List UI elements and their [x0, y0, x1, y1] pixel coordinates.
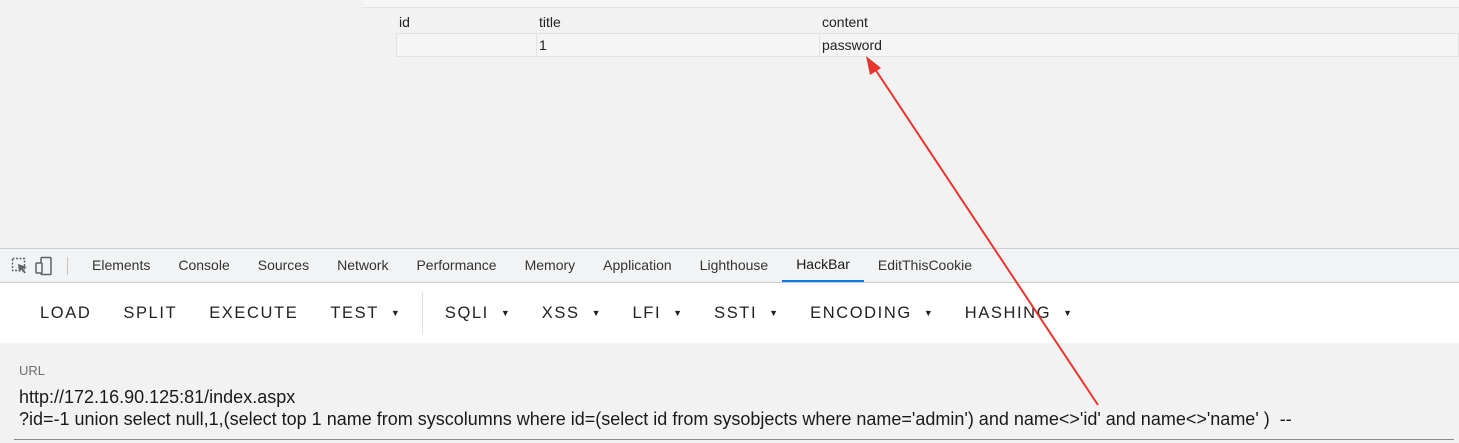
- url-underline: [14, 439, 1454, 440]
- execute-label: EXECUTE: [209, 304, 299, 322]
- split-button[interactable]: SPLIT: [107, 295, 193, 331]
- page-divider: [362, 0, 1459, 8]
- caret-down-icon: ▼: [591, 308, 601, 318]
- encoding-menu-button[interactable]: ENCODING ▼: [794, 295, 949, 331]
- tab-lighthouse[interactable]: Lighthouse: [686, 249, 783, 282]
- caret-down-icon: ▼: [500, 308, 510, 318]
- url-input[interactable]: http://172.16.90.125:81/index.aspx ?id=-…: [19, 386, 1449, 430]
- tab-hackbar[interactable]: HackBar: [782, 249, 864, 282]
- test-label: TEST: [330, 304, 379, 322]
- cell-content: password: [819, 33, 1459, 57]
- device-toolbar-icon[interactable]: [33, 255, 55, 277]
- sqli-label: SQLI: [444, 304, 489, 322]
- cell-id: [396, 33, 537, 57]
- tab-application[interactable]: Application: [589, 249, 686, 282]
- table-header-row: id title content: [396, 10, 1459, 34]
- result-table: id title content 1 password: [396, 10, 1459, 57]
- load-button[interactable]: LOAD: [24, 295, 107, 331]
- url-label: URL: [19, 363, 46, 378]
- toolbar-divider: [421, 292, 423, 334]
- cell-title: 1: [536, 33, 820, 57]
- tab-editthiscookie[interactable]: EditThisCookie: [864, 249, 986, 282]
- url-line-2: ?id=-1 union select null,1,(select top 1…: [19, 409, 1292, 429]
- caret-down-icon: ▼: [923, 308, 933, 318]
- tab-elements[interactable]: Elements: [78, 249, 164, 282]
- devtools-tab-bar: Elements Console Sources Network Perform…: [0, 248, 1459, 283]
- toolbar-divider: [67, 256, 68, 275]
- split-label: SPLIT: [123, 304, 178, 322]
- lfi-menu-button[interactable]: LFI ▼: [617, 295, 699, 331]
- url-line-1: http://172.16.90.125:81/index.aspx: [19, 387, 296, 407]
- encoding-label: ENCODING: [810, 304, 912, 322]
- tab-console[interactable]: Console: [164, 249, 243, 282]
- xss-menu-button[interactable]: XSS ▼: [526, 295, 617, 331]
- page-content: id title content 1 password: [0, 0, 1459, 248]
- execute-button[interactable]: EXECUTE: [193, 295, 314, 331]
- tab-sources[interactable]: Sources: [244, 249, 323, 282]
- sqli-menu-button[interactable]: SQLI ▼: [429, 295, 526, 331]
- url-field[interactable]: URL http://172.16.90.125:81/index.aspx ?…: [0, 343, 1459, 443]
- tab-performance[interactable]: Performance: [402, 249, 510, 282]
- header-content: content: [819, 10, 1459, 34]
- test-menu-button[interactable]: TEST ▼: [314, 295, 416, 331]
- load-label: LOAD: [40, 304, 92, 322]
- xss-label: XSS: [541, 304, 580, 322]
- lfi-label: LFI: [632, 304, 662, 322]
- tab-network[interactable]: Network: [323, 249, 402, 282]
- caret-down-icon: ▼: [1063, 308, 1073, 318]
- tab-memory[interactable]: Memory: [511, 249, 590, 282]
- table-row: 1 password: [396, 33, 1459, 57]
- ssti-menu-button[interactable]: SSTI ▼: [698, 295, 794, 331]
- hackbar-toolbar: LOAD SPLIT EXECUTE TEST ▼ SQLI ▼ XSS ▼ LFI ▼…: [0, 283, 1459, 343]
- hashing-label: HASHING: [964, 304, 1052, 322]
- inspect-element-icon[interactable]: [9, 255, 31, 277]
- caret-down-icon: ▼: [673, 308, 683, 318]
- caret-down-icon: ▼: [769, 308, 779, 318]
- caret-down-icon: ▼: [390, 308, 400, 318]
- ssti-label: SSTI: [714, 304, 758, 322]
- header-title: title: [536, 10, 820, 34]
- header-id: id: [396, 10, 537, 34]
- hashing-menu-button[interactable]: HASHING ▼: [949, 295, 1088, 331]
